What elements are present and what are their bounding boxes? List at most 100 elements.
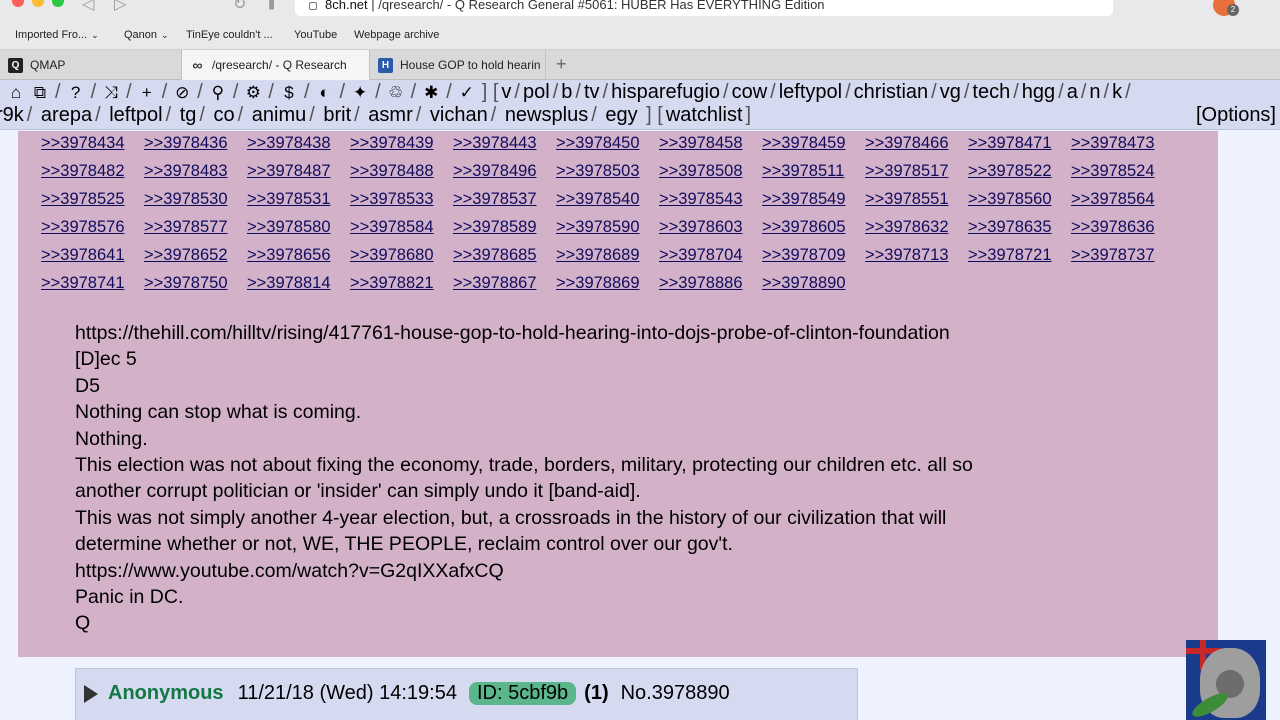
backlink[interactable]: >>3978503 [556, 161, 659, 182]
backlink[interactable]: >>3978632 [865, 217, 968, 238]
board-link-vg[interactable]: vg [940, 81, 961, 104]
backlink[interactable]: >>3978458 [659, 133, 762, 154]
board-link-leftpol[interactable]: leftpol [109, 104, 162, 126]
reload-icon[interactable]: ↻ [233, 0, 246, 14]
backlink[interactable]: >>3978543 [659, 189, 762, 210]
recycle-icon[interactable]: ♲ [387, 83, 405, 102]
backlink[interactable]: >>3978524 [1071, 161, 1174, 182]
backlink[interactable]: >>3978635 [968, 217, 1071, 238]
backlink[interactable]: >>3978450 [556, 133, 659, 154]
bookmark-tineye[interactable]: TinEye couldn't ... [186, 29, 273, 41]
dollar-icon[interactable]: $ [280, 83, 298, 102]
backlink[interactable]: >>3978537 [453, 189, 556, 210]
backlink[interactable]: >>3978709 [762, 245, 865, 266]
bookmark-youtube[interactable]: YouTube [294, 29, 337, 41]
options-link[interactable]: [Options] [1196, 104, 1276, 127]
board-link-cow[interactable]: cow [732, 81, 768, 104]
backlink[interactable]: >>3978487 [247, 161, 350, 182]
backlink[interactable]: >>3978439 [350, 133, 453, 154]
backlink[interactable]: >>3978584 [350, 217, 453, 238]
backlink[interactable]: >>3978577 [144, 217, 247, 238]
post-number[interactable]: No.3978890 [621, 682, 730, 705]
backlink[interactable]: >>3978636 [1071, 217, 1174, 238]
board-link-hisparefugio[interactable]: hisparefugio [611, 81, 720, 104]
search-icon[interactable]: ⚲ [209, 83, 227, 102]
board-link-brit[interactable]: brit [323, 104, 351, 126]
tab-house-gop[interactable]: H House GOP to hold hearin [370, 50, 546, 80]
backlink[interactable]: >>3978737 [1071, 245, 1174, 266]
backlink[interactable]: >>3978589 [453, 217, 556, 238]
bookmark-folder-imported[interactable]: Imported Fro... ⌄ [15, 29, 99, 41]
backlink[interactable]: >>3978473 [1071, 133, 1174, 154]
backlink[interactable]: >>3978436 [144, 133, 247, 154]
backlink[interactable]: >>3978531 [247, 189, 350, 210]
backlink[interactable]: >>3978466 [865, 133, 968, 154]
backlink[interactable]: >>3978814 [247, 273, 350, 294]
board-link-arepa[interactable]: arepa [41, 104, 92, 126]
backlink[interactable]: >>3978508 [659, 161, 762, 182]
new-tab-button[interactable]: + [556, 54, 567, 75]
backlink[interactable]: >>3978869 [556, 273, 659, 294]
backlink[interactable]: >>3978533 [350, 189, 453, 210]
backlink[interactable]: >>3978867 [453, 273, 556, 294]
contrast-icon[interactable]: ◐ [316, 83, 334, 102]
backlink[interactable]: >>3978652 [144, 245, 247, 266]
backlink[interactable]: >>3978564 [1071, 189, 1174, 210]
backlink[interactable]: >>3978551 [865, 189, 968, 210]
backlink[interactable]: >>3978741 [41, 273, 144, 294]
help-icon[interactable]: ? [67, 83, 85, 102]
board-link-a[interactable]: a [1067, 81, 1078, 104]
backlink[interactable]: >>3978482 [41, 161, 144, 182]
board-link-newsplus[interactable]: newsplus [505, 104, 588, 126]
watchlist-link[interactable]: watchlist [666, 104, 743, 126]
backlink[interactable]: >>3978689 [556, 245, 659, 266]
backlink[interactable]: >>3978656 [247, 245, 350, 266]
backlink[interactable]: >>3978434 [41, 133, 144, 154]
bookmark-icon[interactable]: ▮ [268, 0, 275, 12]
board-link-hgg[interactable]: hgg [1022, 81, 1055, 104]
backlink[interactable]: >>3978704 [659, 245, 762, 266]
check-icon[interactable]: ✓ [458, 83, 476, 102]
backlink[interactable]: >>3978580 [247, 217, 350, 238]
backlink[interactable]: >>3978549 [762, 189, 865, 210]
board-link-vichan[interactable]: vichan [430, 104, 488, 126]
backlink[interactable]: >>3978459 [762, 133, 865, 154]
board-link-christian[interactable]: christian [854, 81, 928, 104]
backlink[interactable]: >>3978890 [762, 273, 865, 294]
backlink[interactable]: >>3978471 [968, 133, 1071, 154]
backlink[interactable]: >>3978721 [968, 245, 1071, 266]
minimize-window-button[interactable] [32, 0, 44, 7]
twitter-icon[interactable]: ✦ [351, 83, 369, 102]
backlink[interactable]: >>3978576 [41, 217, 144, 238]
home-icon[interactable]: ⌂ [7, 83, 25, 102]
backlink[interactable]: >>3978530 [144, 189, 247, 210]
board-link-animu[interactable]: animu [252, 104, 306, 126]
backlink[interactable]: >>3978488 [350, 161, 453, 182]
add-icon[interactable]: + [138, 83, 156, 102]
backlink[interactable]: >>3978641 [41, 245, 144, 266]
backlink[interactable]: >>3978605 [762, 217, 865, 238]
backlink[interactable]: >>3978685 [453, 245, 556, 266]
backlink[interactable]: >>3978886 [659, 273, 762, 294]
backlink[interactable]: >>3978560 [968, 189, 1071, 210]
board-link-v[interactable]: v [501, 81, 511, 104]
board-link-tech[interactable]: tech [972, 81, 1010, 104]
expand-triangle-icon[interactable] [84, 684, 98, 703]
board-link-k[interactable]: k [1112, 81, 1122, 104]
backlink[interactable]: >>3978517 [865, 161, 968, 182]
backlink[interactable]: >>3978522 [968, 161, 1071, 182]
address-bar[interactable]: 8ch.net | /qresearch/ - Q Research Gener… [295, 0, 1113, 16]
backlink[interactable]: >>3978443 [453, 133, 556, 154]
board-link-co[interactable]: co [214, 104, 235, 126]
board-link-n[interactable]: n [1089, 81, 1100, 104]
back-icon[interactable]: ◁ [82, 0, 94, 14]
board-link-pol[interactable]: pol [523, 81, 550, 104]
tags-icon[interactable]: ⧉ [31, 83, 49, 102]
board-link-leftypol[interactable]: leftypol [779, 81, 842, 104]
backlink[interactable]: >>3978603 [659, 217, 762, 238]
backlink[interactable]: >>3978680 [350, 245, 453, 266]
settings-icon[interactable]: ⚙ [244, 83, 262, 102]
random-icon[interactable]: ⤨ [102, 83, 120, 102]
board-link-egy[interactable]: egy [605, 104, 637, 126]
zoom-window-button[interactable] [52, 0, 64, 7]
